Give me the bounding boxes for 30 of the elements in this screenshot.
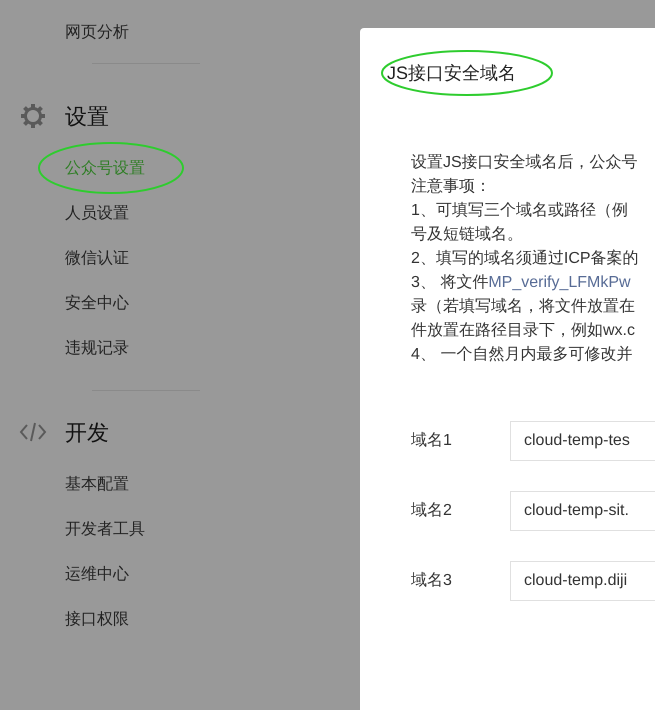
nav-item[interactable]: 安全中心 bbox=[65, 292, 129, 316]
domain-input[interactable]: cloud-temp-tes bbox=[510, 421, 655, 461]
settings-icon bbox=[20, 103, 46, 129]
note-text: 4、 一个自然月内最多可修改并 bbox=[411, 344, 632, 365]
nav-item[interactable]: 微信认证 bbox=[65, 246, 129, 270]
nav-item[interactable]: 基本配置 bbox=[65, 472, 129, 496]
code-icon bbox=[18, 421, 46, 443]
file-link[interactable]: MP_verify_LFMkPw bbox=[488, 271, 631, 295]
note-text: 件放置在路径目录下，例如wx.c bbox=[411, 321, 635, 341]
section-title: 开发 bbox=[65, 418, 109, 446]
field-label: 域名3 bbox=[411, 570, 453, 591]
note-text: 2、填写的域名须通过ICP备案的 bbox=[411, 248, 639, 269]
field-label: 域名1 bbox=[411, 430, 453, 451]
nav-item[interactable]: 人员设置 bbox=[65, 202, 129, 226]
nav-item[interactable]: 开发者工具 bbox=[65, 518, 145, 542]
note-text: 注意事项： bbox=[411, 176, 491, 197]
note-text: 1、可填写三个域名或路径（例 bbox=[411, 200, 628, 221]
nav-item[interactable]: 违规记录 bbox=[65, 336, 129, 360]
section-title: 设置 bbox=[65, 102, 109, 130]
note-text: 号及短链域名。 bbox=[411, 224, 523, 245]
note-text: 设置JS接口安全域名后，公众号 bbox=[411, 152, 638, 173]
nav-item[interactable]: 接口权限 bbox=[65, 608, 129, 632]
field-label: 域名2 bbox=[411, 500, 453, 521]
note-text: 录（若填写域名，将文件放置在 bbox=[411, 296, 635, 317]
nav-item[interactable]: 运维中心 bbox=[65, 562, 129, 586]
dialog-title: JS接口安全域名 bbox=[387, 63, 516, 83]
nav-item[interactable]: 网页分析 bbox=[65, 20, 129, 44]
domain-input[interactable]: cloud-temp.diji bbox=[510, 561, 655, 601]
domain-input[interactable]: cloud-temp-sit. bbox=[510, 491, 655, 531]
note-text: 3、 将文件 bbox=[411, 272, 488, 293]
